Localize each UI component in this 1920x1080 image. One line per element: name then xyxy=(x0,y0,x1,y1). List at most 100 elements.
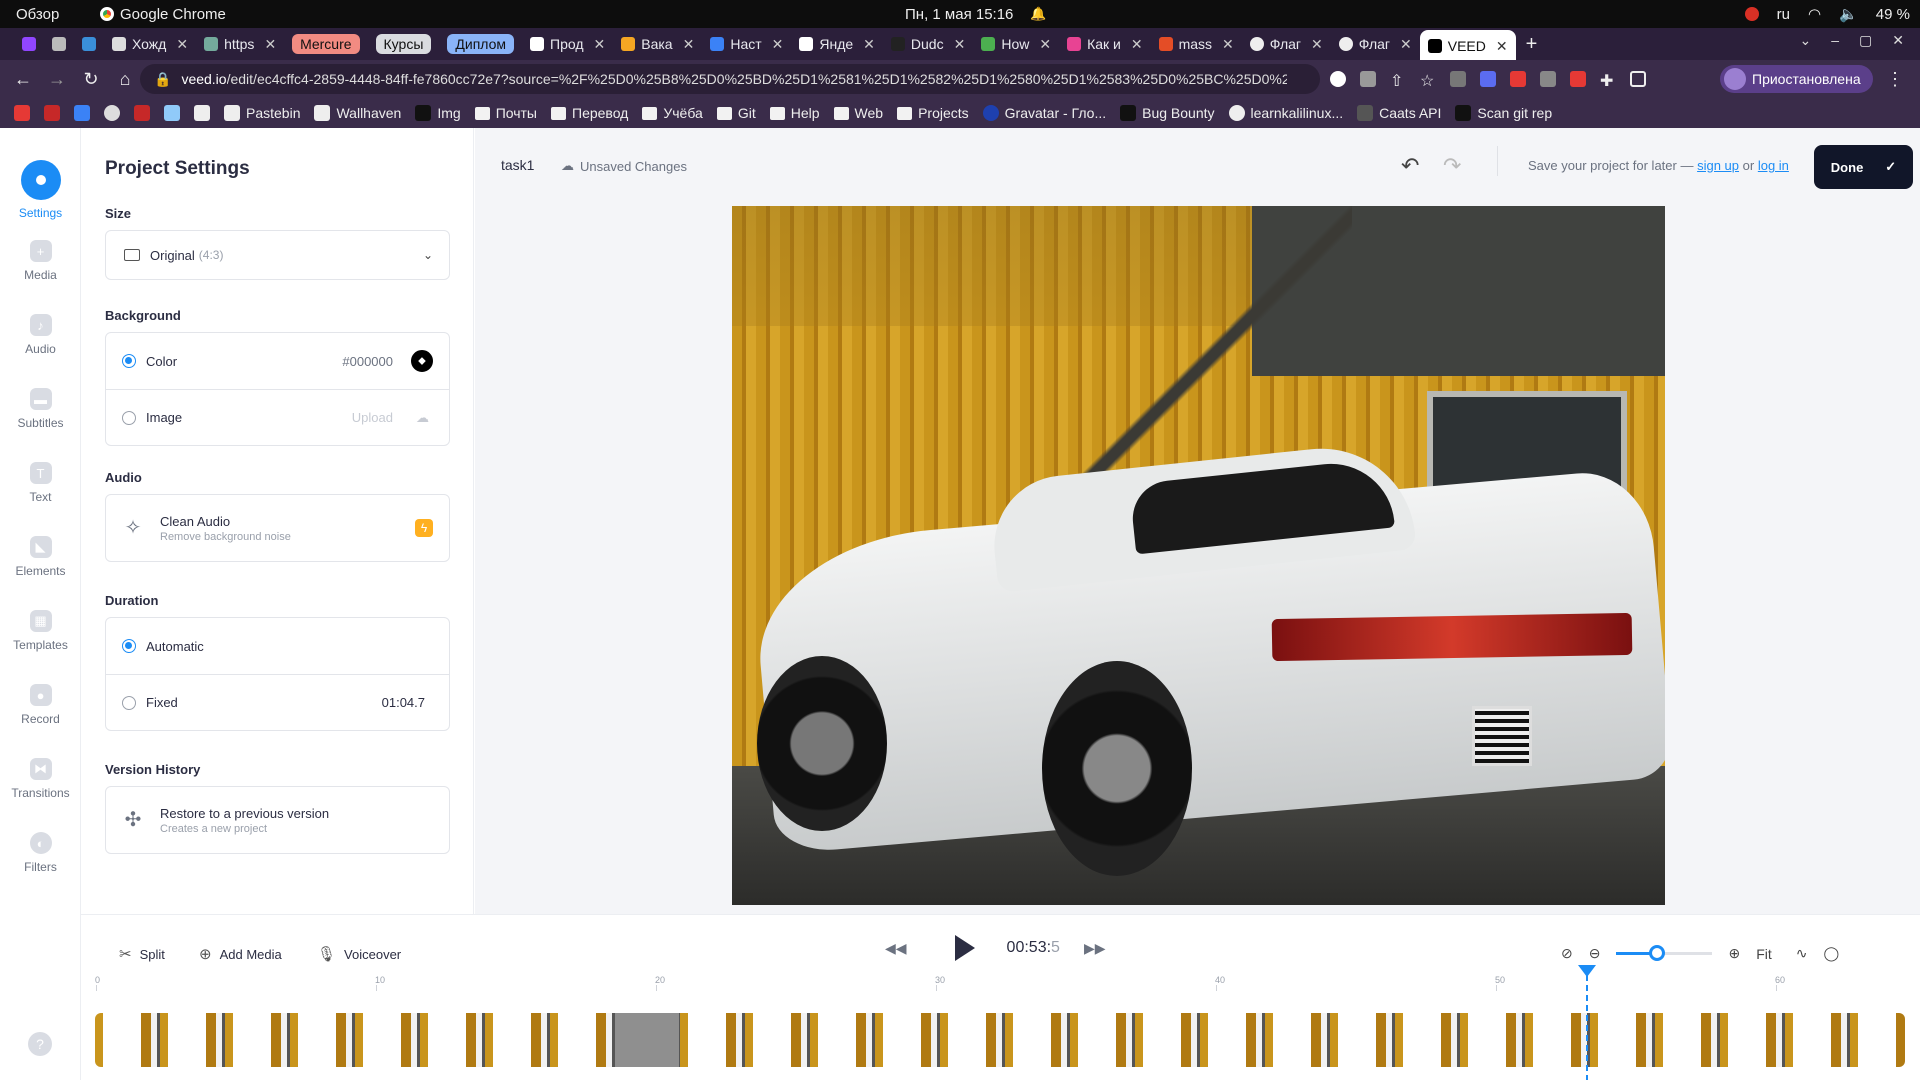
help-icon[interactable]: ? xyxy=(28,1032,52,1056)
close-tab-icon[interactable]: ✕ xyxy=(1496,38,1508,55)
bookmark-icon-only[interactable] xyxy=(104,105,120,121)
video-track[interactable] xyxy=(95,1013,1905,1067)
split-button[interactable]: ✂ Split xyxy=(119,945,165,963)
keyboard-language[interactable]: ru xyxy=(1777,6,1790,23)
notification-bell-icon[interactable]: 🔔 xyxy=(1030,6,1046,22)
extension-icon[interactable] xyxy=(1570,71,1586,87)
waveform-icon[interactable]: ∿ xyxy=(1796,945,1808,962)
extension-icon[interactable] xyxy=(1450,71,1466,87)
extension-icon[interactable] xyxy=(1540,71,1556,87)
rail-media[interactable]: + Media xyxy=(0,240,81,282)
close-tab-icon[interactable]: ✕ xyxy=(176,36,188,53)
bookmark-icon-only[interactable] xyxy=(194,105,210,121)
size-select[interactable]: Original (4:3) ⌄ xyxy=(105,230,450,280)
bookmark-icon-only[interactable] xyxy=(74,105,90,121)
close-tab-icon[interactable]: ✕ xyxy=(863,36,875,53)
browser-tab[interactable]: Флаг ✕ xyxy=(1242,30,1331,58)
puzzle-icon[interactable]: ✚ xyxy=(1600,71,1616,90)
project-name[interactable]: task1 xyxy=(501,157,534,173)
fit-button[interactable]: Fit xyxy=(1756,946,1772,962)
activities-overview[interactable]: Обзор xyxy=(16,6,59,23)
extension-icon[interactable] xyxy=(1510,71,1526,87)
close-tab-icon[interactable]: ✕ xyxy=(264,36,276,53)
playhead[interactable] xyxy=(1578,965,1596,1080)
forward-icon[interactable]: → xyxy=(40,69,74,90)
upload-cloud-icon[interactable]: ☁ xyxy=(416,410,429,426)
tab-search-icon[interactable]: ⌄ xyxy=(1800,32,1812,49)
bookmark-folder[interactable]: Git xyxy=(716,105,756,121)
rail-transitions[interactable]: ⧓ Transitions xyxy=(0,758,81,800)
browser-tab[interactable]: https ✕ xyxy=(196,30,284,58)
new-tab-icon[interactable]: + xyxy=(1526,33,1538,56)
reload-icon[interactable]: ↻ xyxy=(74,69,108,90)
timeline-ruler[interactable]: 0 10 20 30 40 50 60 xyxy=(95,975,1905,995)
browser-tab[interactable]: Dudc ✕ xyxy=(883,30,973,58)
rail-elements[interactable]: ◣ Elements xyxy=(0,536,81,578)
close-tab-icon[interactable]: ✕ xyxy=(1039,36,1051,53)
close-tab-icon[interactable]: ✕ xyxy=(1222,36,1234,53)
pinned-tab[interactable] xyxy=(44,30,74,58)
bookmark-folder[interactable]: Web xyxy=(833,105,883,121)
close-tab-icon[interactable]: ✕ xyxy=(954,36,966,53)
add-media-button[interactable]: ⊕ Add Media xyxy=(199,945,282,963)
bookmark-item[interactable]: Caats API xyxy=(1357,105,1441,121)
redo-icon[interactable]: ↷ xyxy=(1443,153,1461,179)
browser-tab[interactable]: Янде ✕ xyxy=(791,30,883,58)
bookmark-item[interactable]: Img xyxy=(415,105,461,121)
fixed-duration-input[interactable]: 01:04.7 xyxy=(382,695,425,710)
play-icon[interactable] xyxy=(954,935,975,961)
rail-audio[interactable]: ♪ Audio xyxy=(0,314,81,356)
system-tray[interactable]: ru ◠ 🔈 49 % xyxy=(1744,5,1910,23)
voiceover-button[interactable]: 🎙 Voiceover xyxy=(317,945,401,963)
bookmark-star-icon[interactable]: ☆ xyxy=(1420,71,1436,90)
zoom-slider-handle[interactable] xyxy=(1648,945,1665,961)
bookmark-item[interactable]: Wallhaven xyxy=(314,105,401,121)
bookmark-icon-only[interactable] xyxy=(134,105,150,121)
automatic-radio[interactable] xyxy=(122,639,136,653)
back-icon[interactable]: ← xyxy=(6,69,40,90)
rail-subtitles[interactable]: ▬ Subtitles xyxy=(0,388,81,430)
bookmark-icon-only[interactable] xyxy=(44,105,60,121)
browser-tab[interactable]: Вака ✕ xyxy=(613,30,702,58)
minimize-icon[interactable]: – xyxy=(1831,32,1839,49)
pinned-tab[interactable] xyxy=(14,30,44,58)
background-image-option[interactable]: Image Upload ☁ xyxy=(106,389,449,445)
undo-icon[interactable]: ↶ xyxy=(1401,153,1419,179)
bookmark-icon-only[interactable] xyxy=(164,105,180,121)
browser-tab-active[interactable]: VEED ✕ xyxy=(1419,30,1516,62)
indicator-icon[interactable] xyxy=(1744,7,1759,21)
comment-icon[interactable]: ◯ xyxy=(1824,945,1840,962)
tab-group-courses[interactable]: Курсы xyxy=(375,34,432,54)
bookmark-folder[interactable]: Help xyxy=(769,105,820,121)
upload-label[interactable]: Upload xyxy=(352,410,393,425)
wifi-icon[interactable]: ◠ xyxy=(1808,5,1821,23)
rail-record[interactable]: ● Record xyxy=(0,684,81,726)
translate-icon[interactable] xyxy=(1360,71,1376,87)
bookmark-item[interactable]: Scan git rep xyxy=(1455,105,1552,121)
share-icon[interactable]: ⇧ xyxy=(1390,71,1406,90)
close-window-icon[interactable]: ✕ xyxy=(1892,32,1904,49)
browser-tab[interactable]: Прод ✕ xyxy=(522,30,613,58)
active-app[interactable]: Google Chrome xyxy=(100,6,226,23)
fixed-radio[interactable] xyxy=(122,695,136,710)
color-picker-icon[interactable]: ⬥ xyxy=(411,350,433,372)
close-tab-icon[interactable]: ✕ xyxy=(1131,36,1143,53)
color-hex[interactable]: #000000 xyxy=(342,354,393,369)
bookmark-folder[interactable]: Перевод xyxy=(551,105,628,121)
profile-button[interactable]: Приостановлена xyxy=(1720,65,1873,93)
tab-group-diploma[interactable]: Диплом xyxy=(447,34,515,54)
log-in-link[interactable]: log in xyxy=(1758,158,1789,173)
pinned-tab[interactable] xyxy=(74,30,104,58)
browser-tab[interactable]: mass ✕ xyxy=(1151,30,1242,58)
browser-tab[interactable]: Флаг ✕ xyxy=(1331,30,1420,58)
image-radio[interactable] xyxy=(122,410,136,425)
bookmark-folder[interactable]: Почты xyxy=(474,105,537,121)
skip-back-icon[interactable]: ◀◀ xyxy=(885,940,907,957)
browser-tab[interactable]: Хожд ✕ xyxy=(104,30,196,58)
browser-tab[interactable]: Как и ✕ xyxy=(1059,30,1151,58)
skip-forward-icon[interactable]: ▶▶ xyxy=(1084,940,1106,957)
close-tab-icon[interactable]: ✕ xyxy=(594,36,606,53)
bookmark-item[interactable]: learnkalilinux... xyxy=(1228,105,1343,121)
home-icon[interactable]: ⌂ xyxy=(108,69,142,90)
battery-level[interactable]: 49 % xyxy=(1876,6,1910,23)
